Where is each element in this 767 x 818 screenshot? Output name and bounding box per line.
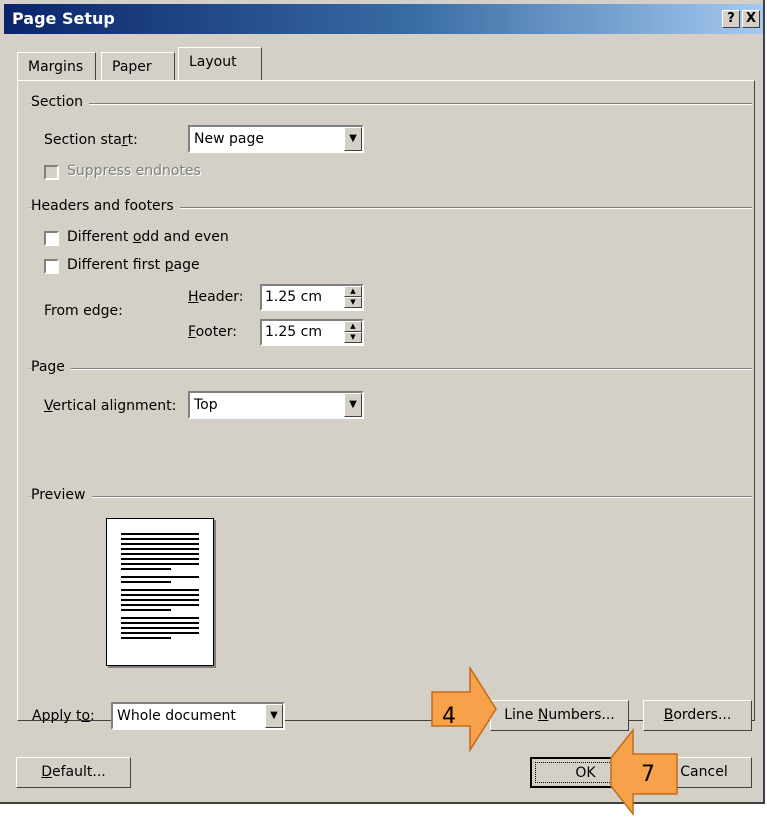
suppress-endnotes-label: Suppress endnotes xyxy=(67,163,201,179)
title-bar[interactable]: Page Setup ? X xyxy=(4,4,763,34)
section-start-select[interactable]: New page ▼ xyxy=(188,125,364,153)
section-heading: Section xyxy=(31,94,90,110)
chevron-down-icon[interactable]: ▼ xyxy=(344,393,362,417)
dialog-title: Page Setup xyxy=(12,9,115,28)
header-distance-input[interactable]: 1.25 cm ▲ ▼ xyxy=(260,284,364,311)
spin-down-icon[interactable]: ▼ xyxy=(344,332,362,343)
headers-footers-heading: Headers and footers xyxy=(31,198,180,214)
tab-margins[interactable]: Margins xyxy=(17,52,96,80)
tab-paper-label: Paper xyxy=(112,59,152,75)
footer-label: Footer: xyxy=(188,324,238,340)
first-page-checkbox[interactable] xyxy=(44,259,59,274)
tab-layout[interactable]: Layout xyxy=(178,47,262,80)
tab-layout-label: Layout xyxy=(189,54,237,70)
section-start-label: Section start: xyxy=(44,132,138,148)
apply-to-select[interactable]: Whole document ▼ xyxy=(111,702,285,730)
apply-to-label: Apply to: xyxy=(32,708,95,724)
chevron-down-icon[interactable]: ▼ xyxy=(344,127,362,151)
default-button[interactable]: Default... xyxy=(16,757,131,788)
tab-paper[interactable]: Paper xyxy=(101,52,175,80)
callout-step-4: 4 xyxy=(442,704,456,729)
footer-distance-input[interactable]: 1.25 cm ▲ ▼ xyxy=(260,319,364,346)
first-page-label: Different first page xyxy=(67,257,200,273)
spin-up-icon[interactable]: ▲ xyxy=(344,286,362,297)
header-distance-value: 1.25 cm xyxy=(265,289,322,305)
page-preview xyxy=(106,518,214,666)
footer-distance-value: 1.25 cm xyxy=(265,324,322,340)
close-icon[interactable]: X xyxy=(742,10,760,28)
from-edge-label: From edge: xyxy=(44,303,123,319)
odd-even-checkbox[interactable] xyxy=(44,231,59,246)
odd-even-label: Different odd and even xyxy=(67,229,229,245)
apply-to-value: Whole document xyxy=(117,708,236,724)
page-heading: Page xyxy=(31,359,71,375)
preview-divider xyxy=(30,496,752,498)
tab-margins-label: Margins xyxy=(28,59,84,75)
vertical-alignment-select[interactable]: Top ▼ xyxy=(188,391,364,419)
header-label: Header: xyxy=(188,289,244,305)
callout-step-7: 7 xyxy=(641,762,655,787)
vertical-alignment-value: Top xyxy=(194,397,218,413)
section-start-value: New page xyxy=(194,131,264,147)
spin-down-icon[interactable]: ▼ xyxy=(344,297,362,308)
help-icon[interactable]: ? xyxy=(722,10,740,28)
vertical-alignment-label: Vertical alignment: xyxy=(44,398,177,414)
page-setup-dialog: Page Setup ? X Margins Paper Layout Sect… xyxy=(0,0,765,804)
section-divider xyxy=(30,103,752,105)
preview-heading: Preview xyxy=(31,487,92,503)
callout-arrow-right-icon xyxy=(431,665,497,753)
page-divider xyxy=(30,368,752,370)
chevron-down-icon[interactable]: ▼ xyxy=(265,704,283,728)
spin-up-icon[interactable]: ▲ xyxy=(344,321,362,332)
suppress-endnotes-checkbox xyxy=(44,165,59,180)
